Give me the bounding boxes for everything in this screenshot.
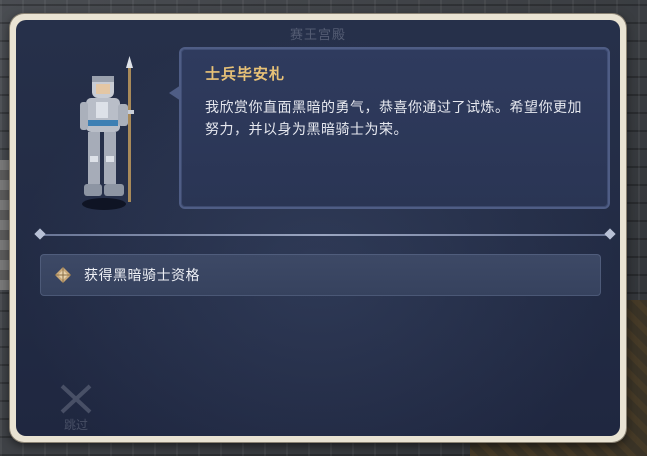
- dialog-panel: 赛王宫殿 士兵毕安札 我欣赏你直面黑暗的勇气，恭喜你通过了试炼。希望你更加努力，…: [16, 20, 620, 436]
- dialog-title: 赛王宫殿: [289, 28, 346, 43]
- crossed-swords-icon: [60, 384, 92, 414]
- knight-sprite-icon: [80, 56, 134, 210]
- npc-portrait: [74, 56, 154, 216]
- npc-dialog-window: 赛王宫殿 士兵毕安札 我欣赏你直面黑暗的勇气，恭喜你通过了试炼。希望你更加努力，…: [10, 14, 626, 442]
- divider-left-ornament: [34, 228, 46, 240]
- skip-label: 跳过: [63, 418, 88, 432]
- dialog-option-label: 获得黑暗骑士资格: [84, 268, 200, 284]
- diamond-icon: [55, 267, 71, 283]
- speaker-name: 士兵毕安札: [205, 65, 286, 83]
- dialog-text: 我欣赏你直面黑暗的勇气，恭喜你通过了试炼。希望你更加努力，并以身为黑暗骑士为荣。: [205, 100, 582, 138]
- divider-right-ornament: [604, 228, 616, 240]
- speech-bubble: 士兵毕安札 我欣赏你直面黑暗的勇气，恭喜你通过了试炼。希望你更加努力，并以身为黑…: [169, 47, 610, 209]
- skip-button[interactable]: 跳过: [56, 382, 96, 434]
- dialog-option-button[interactable]: 获得黑暗骑士资格: [40, 254, 601, 296]
- speech-bubble-tail: [169, 85, 181, 101]
- divider: [40, 234, 608, 236]
